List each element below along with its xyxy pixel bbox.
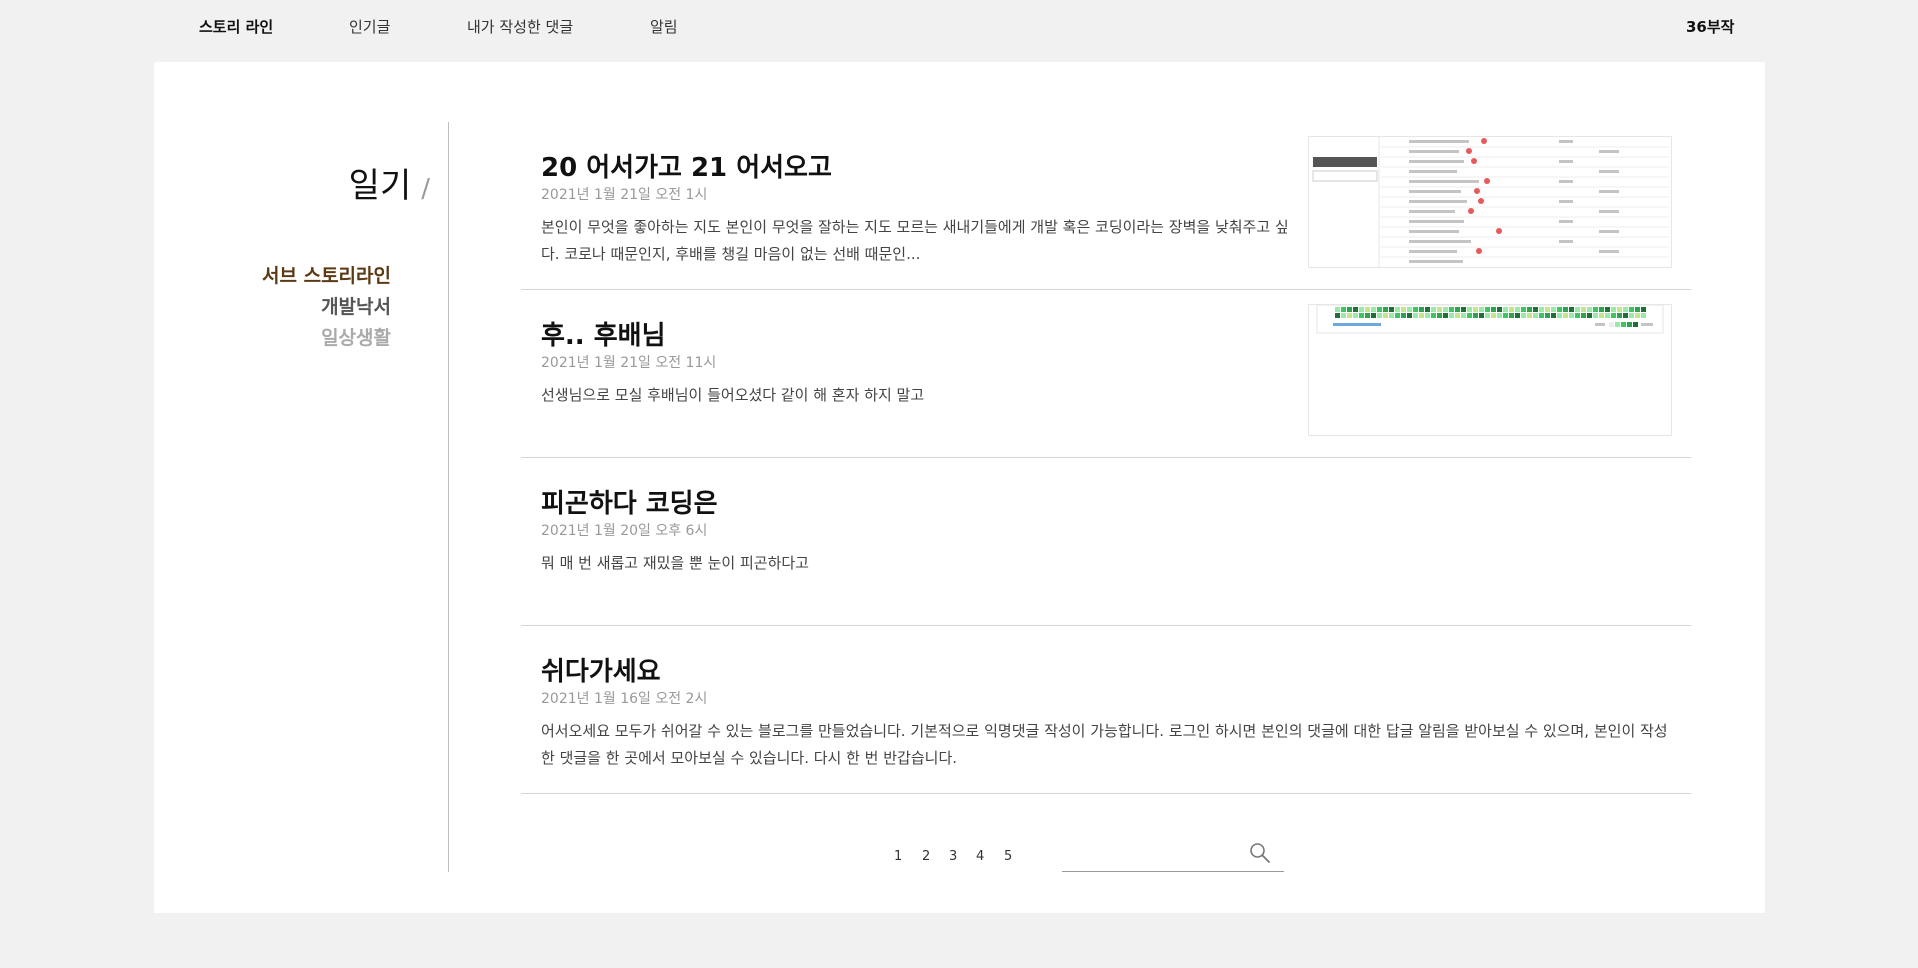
page-3-link[interactable]: 3: [949, 849, 957, 864]
post-excerpt: 뭐 매 번 새롭고 재밌을 뿐 눈이 피곤하다고: [541, 554, 809, 572]
post-list: 20 어서가고 21 어서오고 2021년 1월 21일 오전 1시 본인이 무…: [521, 122, 1691, 794]
post-item[interactable]: 후.. 후배님 2021년 1월 21일 오전 11시 선생님으로 모실 후배님…: [521, 290, 1691, 458]
search-underline: [1062, 871, 1284, 872]
thumbnail-contribution-image: [1309, 305, 1671, 435]
nav-popular[interactable]: 인기글: [349, 16, 390, 37]
post-date: 2021년 1월 21일 오전 11시: [541, 355, 717, 371]
page-5-link[interactable]: 5: [1004, 849, 1012, 864]
category-slash: /: [421, 174, 430, 204]
search-input[interactable]: [1062, 840, 1246, 870]
user-name[interactable]: 36부작: [1686, 16, 1734, 37]
nav-my-comments[interactable]: 내가 작성한 댓글: [467, 16, 573, 37]
category-title-text: 일기: [348, 166, 412, 206]
post-excerpt: 어서오세요 모두가 쉬어갈 수 있는 블로그를 만들었습니다. 기본적으로 익명…: [541, 722, 1668, 767]
post-item[interactable]: 피곤하다 코딩은 2021년 1월 20일 오후 6시 뭐 매 번 새롭고 재밌…: [521, 458, 1691, 626]
post-date: 2021년 1월 16일 오전 2시: [541, 691, 708, 707]
content-panel: 일기 / 서브 스토리라인 개발낙서 일상생활 20 어서가고 21 어서오고 2…: [154, 62, 1765, 913]
post-excerpt: 선생님으로 모실 후배님이 들어오셨다 같이 해 혼자 하지 말고: [541, 386, 925, 404]
post-thumbnail[interactable]: [1308, 136, 1672, 268]
brand-link[interactable]: 스토리 라인: [199, 16, 273, 37]
post-date: 2021년 1월 20일 오후 6시: [541, 523, 708, 539]
post-title[interactable]: 피곤하다 코딩은: [541, 483, 718, 520]
page-4-link[interactable]: 4: [976, 849, 984, 864]
page-2-link[interactable]: 2: [922, 849, 930, 864]
subcategory-daily-life[interactable]: 일상생활: [262, 323, 391, 354]
page-1-link[interactable]: 1: [894, 849, 902, 864]
subcategory-list: 서브 스토리라인 개발낙서 일상생활: [262, 261, 391, 354]
sidebar-divider: [448, 122, 449, 872]
post-item[interactable]: 20 어서가고 21 어서오고 2021년 1월 21일 오전 1시 본인이 무…: [521, 122, 1691, 290]
post-title[interactable]: 20 어서가고 21 어서오고: [541, 147, 832, 184]
post-thumbnail[interactable]: [1308, 304, 1672, 436]
post-date: 2021년 1월 21일 오전 1시: [541, 187, 708, 203]
top-navigation: 스토리 라인 인기글 내가 작성한 댓글 알림 36부작: [0, 0, 1918, 54]
category-title: 일기 /: [349, 158, 430, 207]
search-icon[interactable]: [1248, 841, 1272, 865]
post-title[interactable]: 후.. 후배님: [541, 315, 666, 352]
subcategory-dev-notes[interactable]: 개발낙서: [262, 292, 391, 323]
subcategory-sub-storyline[interactable]: 서브 스토리라인: [262, 261, 391, 292]
nav-notifications[interactable]: 알림: [650, 16, 678, 37]
post-title[interactable]: 쉬다가세요: [541, 651, 661, 688]
post-excerpt: 본인이 무엇을 좋아하는 지도 본인이 무엇을 잘하는 지도 모르는 새내기들에…: [541, 218, 1289, 263]
thumbnail-table-image: [1309, 137, 1671, 267]
post-item[interactable]: 쉬다가세요 2021년 1월 16일 오전 2시 어서오세요 모두가 쉬어갈 수…: [521, 626, 1691, 794]
